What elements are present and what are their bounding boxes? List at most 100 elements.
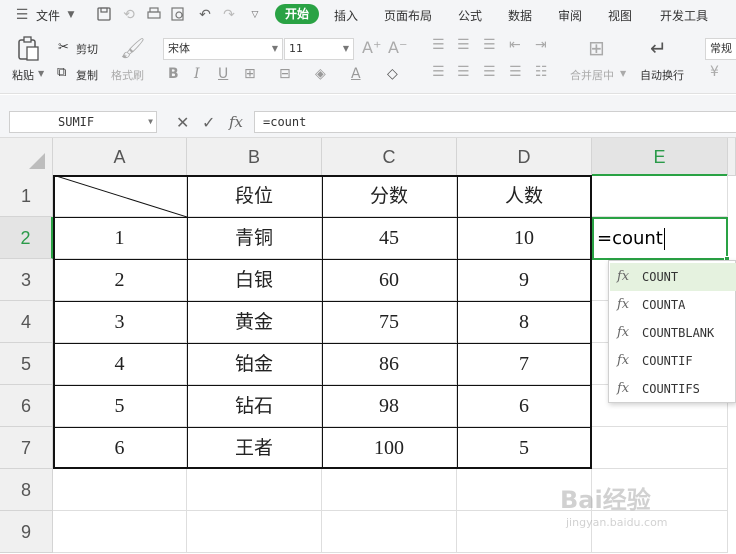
cell-a2[interactable]: 1 <box>53 217 187 259</box>
align-right-icon[interactable]: ☰ <box>483 64 496 80</box>
align-top-icon[interactable]: ☰ <box>432 37 445 53</box>
column-header-b[interactable]: B <box>187 138 322 176</box>
autocomplete-item-countblank[interactable]: fx COUNTBLANK <box>610 319 736 347</box>
select-all-corner[interactable] <box>0 138 53 176</box>
autocomplete-item-counta[interactable]: fx COUNTA <box>610 291 736 319</box>
column-header-f[interactable] <box>728 138 736 176</box>
align-bottom-icon[interactable]: ☰ <box>483 37 496 53</box>
row-header-4[interactable]: 4 <box>0 301 53 343</box>
cell-c1[interactable]: 分数 <box>322 175 457 217</box>
align-center-icon[interactable]: ☰ <box>457 64 470 80</box>
customize-toolbar-icon[interactable]: ▽ <box>246 6 264 24</box>
tab-page-layout[interactable]: 页面布局 <box>384 7 432 24</box>
cell-d2[interactable]: 10 <box>457 217 592 259</box>
cell-c4[interactable]: 75 <box>322 301 457 343</box>
cell-a6[interactable]: 5 <box>53 385 187 427</box>
justify-icon[interactable]: ☰ <box>509 64 522 80</box>
cut-button[interactable]: 剪切 <box>76 41 98 57</box>
decrease-font-icon[interactable]: A⁻ <box>388 38 407 57</box>
row-header-5[interactable]: 5 <box>0 343 53 385</box>
row-header-6[interactable]: 6 <box>0 385 53 427</box>
cancel-icon[interactable]: ✕ <box>176 113 189 132</box>
active-cell-e2[interactable]: =count <box>592 217 728 260</box>
autocomplete-item-count[interactable]: fx COUNT <box>610 263 736 291</box>
cell-d6[interactable]: 6 <box>457 385 592 427</box>
cell-d5[interactable]: 7 <box>457 343 592 385</box>
tab-view[interactable]: 视图 <box>608 7 632 24</box>
tab-formulas[interactable]: 公式 <box>458 7 482 24</box>
font-color-icon[interactable]: A <box>351 66 361 82</box>
copy-button[interactable]: 复制 <box>76 67 98 83</box>
cell-b3[interactable]: 白银 <box>187 259 322 301</box>
cell-e1[interactable] <box>592 175 728 217</box>
cell-c8[interactable] <box>322 469 457 511</box>
cell-b7[interactable]: 王者 <box>187 427 322 469</box>
font-name-select[interactable]: 宋体 ▼ <box>163 38 283 60</box>
cell-d7[interactable]: 5 <box>457 427 592 469</box>
row-header-7[interactable]: 7 <box>0 427 53 469</box>
bold-icon[interactable]: B <box>168 66 179 82</box>
chevron-down-icon[interactable]: ▼ <box>62 6 80 24</box>
file-menu[interactable]: 文件 <box>36 7 60 24</box>
row-header-1[interactable]: 1 <box>0 175 53 217</box>
cell-c3[interactable]: 60 <box>322 259 457 301</box>
paste-icon[interactable] <box>16 36 40 66</box>
cell-a3[interactable]: 2 <box>53 259 187 301</box>
distributed-icon[interactable]: ☷ <box>535 64 548 80</box>
indent-increase-icon[interactable]: ⇥ <box>535 37 547 53</box>
italic-icon[interactable]: I <box>194 66 200 82</box>
format-painter-button[interactable]: 格式刷 <box>111 67 144 83</box>
chevron-down-icon[interactable]: ▼ <box>620 69 626 78</box>
clear-format-icon[interactable]: ◇ <box>387 66 398 82</box>
cell-b9[interactable] <box>187 511 322 553</box>
cell-e7[interactable] <box>592 427 728 469</box>
tab-insert[interactable]: 插入 <box>334 7 358 24</box>
cell-c6[interactable]: 98 <box>322 385 457 427</box>
cell-b1[interactable]: 段位 <box>187 175 322 217</box>
cell-a7[interactable]: 6 <box>53 427 187 469</box>
wrap-text-button[interactable]: 自动换行 <box>640 67 684 83</box>
save-icon[interactable] <box>96 6 114 24</box>
increase-font-icon[interactable]: A⁺ <box>362 38 381 57</box>
cell-a5[interactable]: 4 <box>53 343 187 385</box>
column-header-e[interactable]: E <box>592 138 728 176</box>
row-header-8[interactable]: 8 <box>0 469 53 511</box>
column-header-d[interactable]: D <box>457 138 592 176</box>
cell-e8[interactable] <box>592 469 728 511</box>
cell-a9[interactable] <box>53 511 187 553</box>
name-box[interactable]: SUMIF ▼ <box>9 111 157 133</box>
undo-icon[interactable]: ↶ <box>196 6 214 24</box>
tab-data[interactable]: 数据 <box>508 7 532 24</box>
cell-d3[interactable]: 9 <box>457 259 592 301</box>
insert-function-icon[interactable]: fx <box>229 113 243 131</box>
print-icon[interactable] <box>146 6 164 24</box>
cell-c7[interactable]: 100 <box>322 427 457 469</box>
border-icon[interactable]: ⊞ <box>244 66 256 82</box>
underline-icon[interactable]: U <box>218 66 228 82</box>
cell-b2[interactable]: 青铜 <box>187 217 322 259</box>
cell-e9[interactable] <box>592 511 728 553</box>
cell-a1-diagonal[interactable] <box>53 175 187 217</box>
cell-b8[interactable] <box>187 469 322 511</box>
cell-d1[interactable]: 人数 <box>457 175 592 217</box>
row-header-9[interactable]: 9 <box>0 511 53 553</box>
export-icon[interactable]: ⟲ <box>120 6 138 24</box>
merge-center-button[interactable]: 合并居中 <box>570 67 614 83</box>
confirm-icon[interactable]: ✓ <box>202 113 215 132</box>
cell-a8[interactable] <box>53 469 187 511</box>
cell-a4[interactable]: 3 <box>53 301 187 343</box>
number-format-select[interactable]: 常规 <box>705 38 736 60</box>
autocomplete-item-countifs[interactable]: fx COUNTIFS <box>610 375 736 403</box>
row-header-2[interactable]: 2 <box>0 217 53 259</box>
cell-c5[interactable]: 86 <box>322 343 457 385</box>
cell-b6[interactable]: 钻石 <box>187 385 322 427</box>
paste-button[interactable]: 粘贴 <box>12 67 34 83</box>
cell-style-icon[interactable]: ⊟ <box>279 66 291 82</box>
indent-decrease-icon[interactable]: ⇤ <box>509 37 521 53</box>
autocomplete-item-countif[interactable]: fx COUNTIF <box>610 347 736 375</box>
column-header-a[interactable]: A <box>53 138 187 176</box>
row-header-3[interactable]: 3 <box>0 259 53 301</box>
cell-b4[interactable]: 黄金 <box>187 301 322 343</box>
fill-color-icon[interactable]: ◈ <box>315 66 326 82</box>
font-size-select[interactable]: 11 ▼ <box>284 38 354 60</box>
